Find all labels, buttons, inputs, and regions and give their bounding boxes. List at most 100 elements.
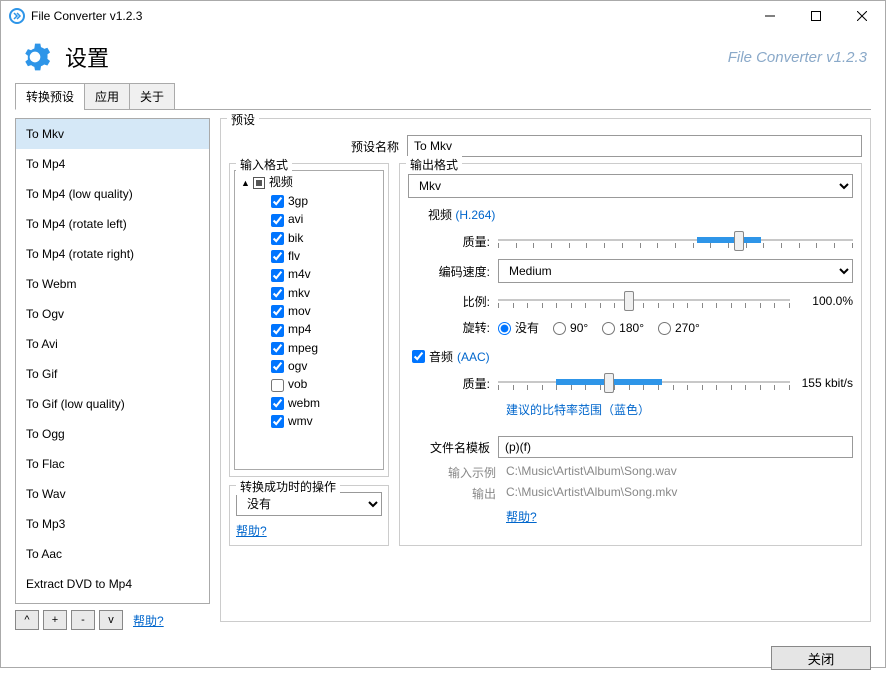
output-example-label: 输出 [408,485,506,502]
format-checkbox[interactable] [271,250,284,263]
output-format-select[interactable]: Mkv [408,174,853,198]
input-format-legend: 输入格式 [236,156,292,173]
bitrate-hint: 建议的比特率范围（蓝色） [506,401,853,418]
preset-item[interactable]: To Flac [16,449,209,479]
input-format-tree[interactable]: ▲视频 3gpavibikflvm4vmkvmovmp4mpegogvvobwe… [234,170,384,470]
preset-item[interactable]: To Gif (low quality) [16,389,209,419]
preset-help-link[interactable]: 帮助? [133,612,164,629]
input-help-link[interactable]: 帮助? [236,522,267,539]
audio-codec-label: (AAC) [457,350,490,364]
encoding-speed-select[interactable]: Medium [498,259,853,283]
preset-item[interactable]: To Mp4 [16,149,209,179]
header: 设置 File Converter v1.2.3 [1,31,885,83]
rotate-option[interactable]: 没有 [498,321,539,335]
preset-name-input[interactable] [407,135,862,157]
preset-item[interactable]: To Ogg [16,419,209,449]
preset-item[interactable]: To Gif [16,359,209,389]
output-help-link[interactable]: 帮助? [506,508,537,525]
format-checkbox[interactable] [271,269,284,282]
format-label: wmv [288,414,313,428]
tab-app[interactable]: 应用 [84,83,130,110]
format-checkbox[interactable] [271,397,284,410]
format-label: 3gp [288,194,308,208]
format-checkbox[interactable] [271,415,284,428]
tab-bar: 转换预设 应用 关于 [1,83,885,110]
preset-item[interactable]: To Avi [16,329,209,359]
preset-item[interactable]: To Mkv [16,119,209,149]
preset-item[interactable]: To Webm [16,269,209,299]
rotate-option[interactable]: 90° [553,321,588,335]
preset-item[interactable]: Extract DVD to Mp4 [16,569,209,599]
preset-item[interactable]: To Mp4 (rotate right) [16,239,209,269]
scale-label: 比例: [408,293,498,310]
post-action-legend: 转换成功时的操作 [236,478,340,495]
minimize-button[interactable] [747,1,793,31]
scale-value: 100.0% [798,294,853,308]
format-label: bik [288,231,303,245]
format-label: webm [288,396,320,410]
page-title: 设置 [65,41,728,73]
format-checkbox[interactable] [271,305,284,318]
format-checkbox[interactable] [271,195,284,208]
filename-template-label: 文件名模板 [408,439,498,456]
format-checkbox[interactable] [271,232,284,245]
format-label: ogv [288,359,307,373]
output-format-legend: 输出格式 [406,156,462,173]
format-checkbox[interactable] [271,324,284,337]
preset-item[interactable]: To Ogv [16,299,209,329]
input-example-label: 输入示例 [408,464,506,481]
move-up-button[interactable]: ^ [15,610,39,630]
audio-quality-label: 质量: [408,375,498,392]
maximize-button[interactable] [793,1,839,31]
close-dialog-button[interactable]: 关闭 [771,646,871,670]
preset-item[interactable]: To Mp3 [16,509,209,539]
audio-quality-slider[interactable] [498,371,790,395]
format-label: flv [288,249,300,263]
titlebar: File Converter v1.2.3 [1,1,885,31]
format-checkbox[interactable] [271,342,284,355]
preset-name-label: 预设名称 [229,138,407,155]
audio-section-label: 音频 [429,348,453,365]
close-button[interactable] [839,1,885,31]
scale-slider[interactable] [498,289,790,313]
app-icon [9,8,25,24]
preset-item[interactable]: To Mp4 (rotate left) [16,209,209,239]
encoding-speed-label: 编码速度: [408,263,498,280]
format-label: mov [288,304,311,318]
preset-item[interactable]: To Mp4 (low quality) [16,179,209,209]
format-checkbox[interactable] [271,360,284,373]
add-button[interactable]: + [43,610,67,630]
preset-list[interactable]: To MkvTo Mp4To Mp4 (low quality)To Mp4 (… [15,118,210,604]
preset-legend: 预设 [227,111,259,128]
move-down-button[interactable]: v [99,610,123,630]
format-label: vob [288,377,307,391]
post-action-select[interactable]: 没有 [236,492,382,516]
preset-item[interactable]: To Aac [16,539,209,569]
format-checkbox[interactable] [271,379,284,392]
rotate-radios: 没有 90° 180° 270° [498,319,714,336]
category-label: 视频 [269,175,293,189]
rotate-option[interactable]: 270° [658,321,700,335]
tab-about[interactable]: 关于 [129,83,175,110]
filename-template-input[interactable] [498,436,853,458]
format-label: mp4 [288,322,311,336]
quality-slider[interactable] [498,229,853,253]
format-label: mpeg [288,341,318,355]
window-title: File Converter v1.2.3 [31,9,747,23]
rotate-option[interactable]: 180° [602,321,644,335]
format-checkbox[interactable] [271,287,284,300]
format-checkbox[interactable] [271,214,284,227]
audio-quality-value: 155 kbit/s [798,376,853,390]
input-example-value: C:\Music\Artist\Album\Song.wav [506,464,677,481]
output-example-value: C:\Music\Artist\Album\Song.mkv [506,485,677,502]
preset-item[interactable]: To Wav [16,479,209,509]
remove-button[interactable]: - [71,610,95,630]
tab-presets[interactable]: 转换预设 [15,83,85,110]
format-label: avi [288,212,303,226]
audio-enable-checkbox[interactable] [412,350,425,363]
format-label: mkv [288,286,310,300]
category-checkbox[interactable] [253,177,265,189]
gear-icon [19,41,51,73]
quality-label: 质量: [408,233,498,250]
video-codec-label: (H.264) [455,208,495,222]
